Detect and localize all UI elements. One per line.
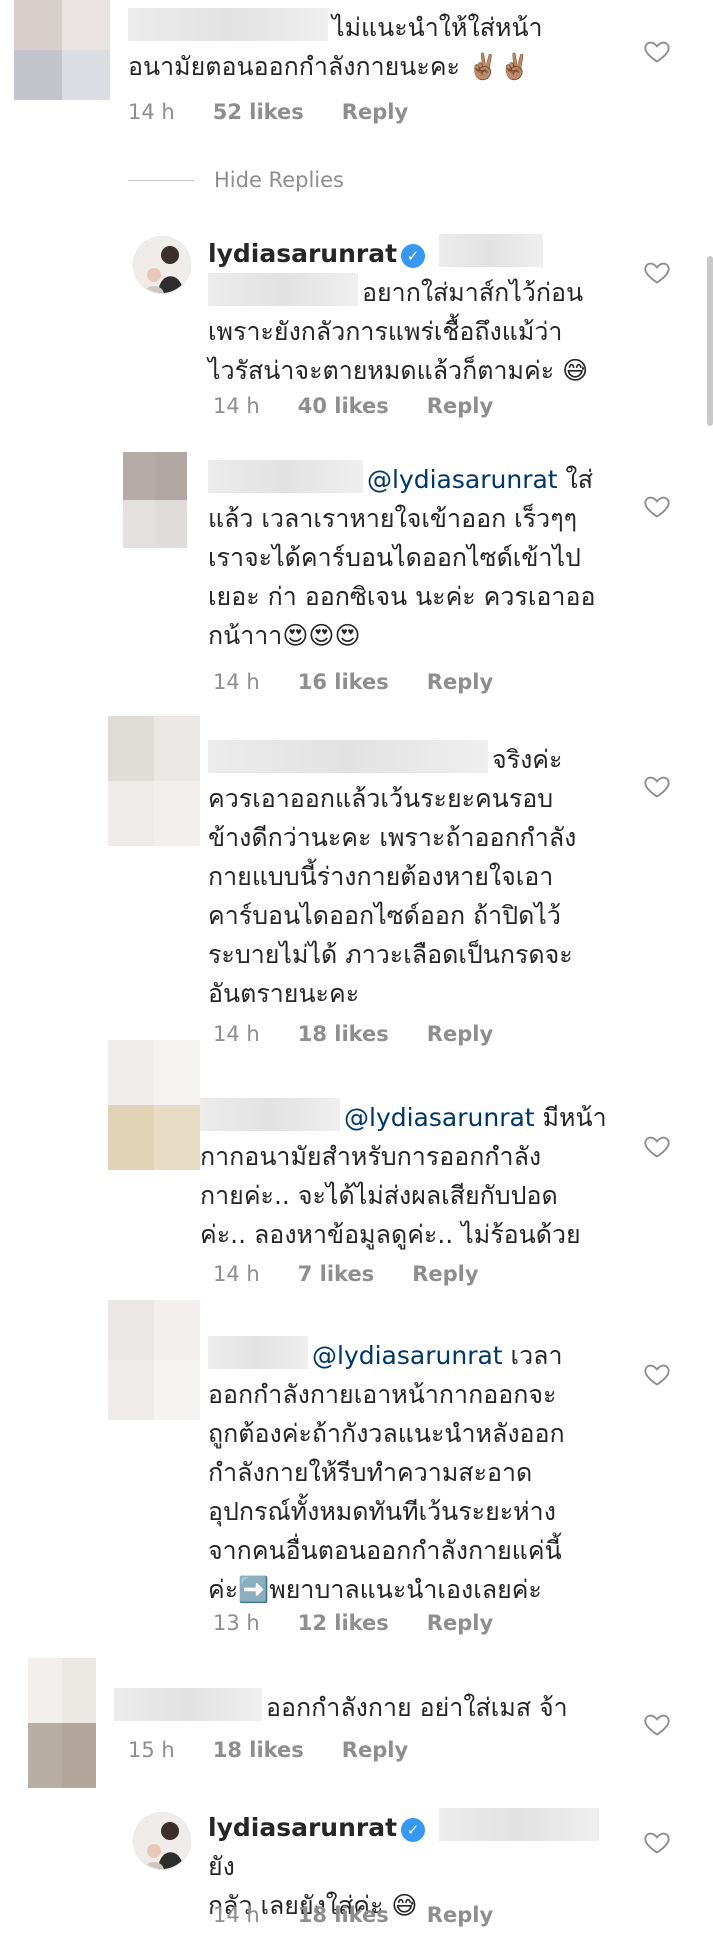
comment-text: @lydiasarunrat ใส่ แล้ว เวลาเราหายใจเข้า… bbox=[208, 460, 628, 655]
comment-text: @lydiasarunrat มีหน้า กากอนามัยสำหรับการ… bbox=[200, 1098, 630, 1254]
verified-badge-icon: ✓ bbox=[401, 1818, 426, 1842]
commenter-avatar[interactable] bbox=[108, 1300, 200, 1420]
commenter-avatar[interactable] bbox=[123, 452, 187, 548]
reply-button[interactable]: Reply bbox=[427, 670, 493, 694]
timestamp: 15 h bbox=[128, 1738, 175, 1762]
reply-button[interactable]: Reply bbox=[427, 1611, 493, 1635]
reply-button[interactable]: Reply bbox=[427, 1903, 493, 1927]
comment-meta: 14 h 16 likes Reply bbox=[213, 670, 531, 694]
user-avatar[interactable] bbox=[133, 1812, 191, 1870]
redacted-mention bbox=[208, 273, 358, 306]
comment-text: จริงค่ะ ควรเอาออกแล้วเว้นระยะคนรอบ ข้างด… bbox=[208, 740, 628, 1013]
reply-comment-6: lydiasarunrat ✓ ยัง กลัว เลยยังใส่ค่ะ 😅 1… bbox=[0, 1808, 713, 1933]
timestamp: 14 h bbox=[213, 1262, 260, 1286]
commenter-avatar[interactable] bbox=[28, 1658, 96, 1788]
heart-icon[interactable] bbox=[643, 1710, 671, 1738]
reply-button[interactable]: Reply bbox=[412, 1262, 478, 1286]
heart-icon[interactable] bbox=[643, 258, 671, 286]
reply-button[interactable]: Reply bbox=[427, 394, 493, 418]
comment-1: ไม่แนะนำให้ใส่หน้า อนามัยตอนออกกำลังกายน… bbox=[0, 0, 713, 130]
likes-count[interactable]: 52 likes bbox=[213, 100, 304, 124]
commenter-avatar[interactable] bbox=[108, 716, 200, 846]
username[interactable]: lydiasarunrat bbox=[208, 239, 397, 268]
comment-text: lydiasarunrat ✓ อยากใส่มาส์กไว้ก่อน เพราะ… bbox=[208, 234, 628, 390]
timestamp: 14 h bbox=[213, 670, 260, 694]
comment-meta: 13 h 12 likes Reply bbox=[213, 1611, 531, 1635]
redacted-username bbox=[128, 8, 328, 41]
timestamp: 14 h bbox=[213, 1903, 260, 1927]
comment-meta: 15 h 18 likes Reply bbox=[128, 1738, 446, 1762]
redacted-username bbox=[208, 740, 488, 773]
commenter-avatar[interactable] bbox=[108, 1040, 200, 1170]
scrollbar[interactable] bbox=[707, 256, 713, 426]
likes-count[interactable]: 16 likes bbox=[298, 670, 389, 694]
mention-link[interactable]: @lydiasarunrat bbox=[344, 1103, 535, 1132]
reply-comment-3: จริงค่ะ ควรเอาออกแล้วเว้นระยะคนรอบ ข้างด… bbox=[0, 716, 713, 1056]
heart-icon[interactable] bbox=[643, 772, 671, 800]
heart-icon[interactable] bbox=[643, 1360, 671, 1388]
reply-comment-4: @lydiasarunrat มีหน้า กากอนามัยสำหรับการ… bbox=[0, 1040, 713, 1290]
comment-text: ไม่แนะนำให้ใส่หน้า อนามัยตอนออกกำลังกายน… bbox=[128, 8, 598, 86]
hide-replies-label: Hide Replies bbox=[214, 168, 344, 192]
heart-icon[interactable] bbox=[643, 1132, 671, 1160]
reply-comment-2: @lydiasarunrat ใส่ แล้ว เวลาเราหายใจเข้า… bbox=[0, 452, 713, 712]
redacted-username bbox=[208, 1336, 308, 1369]
redacted-username bbox=[200, 1098, 340, 1131]
redacted-mention bbox=[438, 234, 543, 267]
reply-button[interactable]: Reply bbox=[342, 1738, 408, 1762]
redacted-mention bbox=[438, 1808, 599, 1841]
likes-count[interactable]: 12 likes bbox=[298, 1611, 389, 1635]
comment-meta: 14 h 18 likes Reply bbox=[213, 1903, 531, 1927]
username[interactable]: lydiasarunrat bbox=[208, 1813, 397, 1842]
likes-count[interactable]: 18 likes bbox=[213, 1738, 304, 1762]
user-avatar[interactable] bbox=[133, 236, 191, 294]
timestamp: 13 h bbox=[213, 1611, 260, 1635]
reply-comment-5: @lydiasarunrat เวลา ออกกำลังกายเอาหน้ากา… bbox=[0, 1300, 713, 1640]
verified-badge-icon: ✓ bbox=[401, 244, 426, 268]
heart-icon[interactable] bbox=[643, 1828, 671, 1856]
likes-count[interactable]: 40 likes bbox=[298, 394, 389, 418]
redacted-username bbox=[208, 460, 363, 493]
timestamp: 14 h bbox=[213, 394, 260, 418]
likes-count[interactable]: 7 likes bbox=[298, 1262, 374, 1286]
reply-comment-1: lydiasarunrat ✓ อยากใส่มาส์กไว้ก่อน เพราะ… bbox=[0, 228, 713, 428]
comment-text: ออกกำลังกาย อย่าใส่เมส จ้า bbox=[114, 1688, 634, 1727]
comment-meta: 14 h 7 likes Reply bbox=[213, 1262, 517, 1286]
reply-button[interactable]: Reply bbox=[342, 100, 408, 124]
comment-meta: 14 h 52 likes Reply bbox=[128, 100, 446, 124]
hide-replies-button[interactable]: Hide Replies bbox=[128, 168, 344, 192]
redacted-username bbox=[114, 1688, 262, 1721]
comment-text: @lydiasarunrat เวลา ออกกำลังกายเอาหน้ากา… bbox=[208, 1336, 638, 1609]
heart-icon[interactable] bbox=[643, 37, 671, 65]
heart-icon[interactable] bbox=[643, 492, 671, 520]
divider-line bbox=[128, 179, 194, 181]
comment-2: ออกกำลังกาย อย่าใส่เมส จ้า 15 h 18 likes R… bbox=[0, 1658, 713, 1788]
timestamp: 14 h bbox=[128, 100, 175, 124]
comment-meta: 14 h 40 likes Reply bbox=[213, 394, 531, 418]
mention-link[interactable]: @lydiasarunrat bbox=[312, 1341, 503, 1370]
commenter-avatar[interactable] bbox=[14, 0, 110, 100]
likes-count[interactable]: 18 likes bbox=[298, 1903, 389, 1927]
mention-link[interactable]: @lydiasarunrat bbox=[367, 465, 558, 494]
